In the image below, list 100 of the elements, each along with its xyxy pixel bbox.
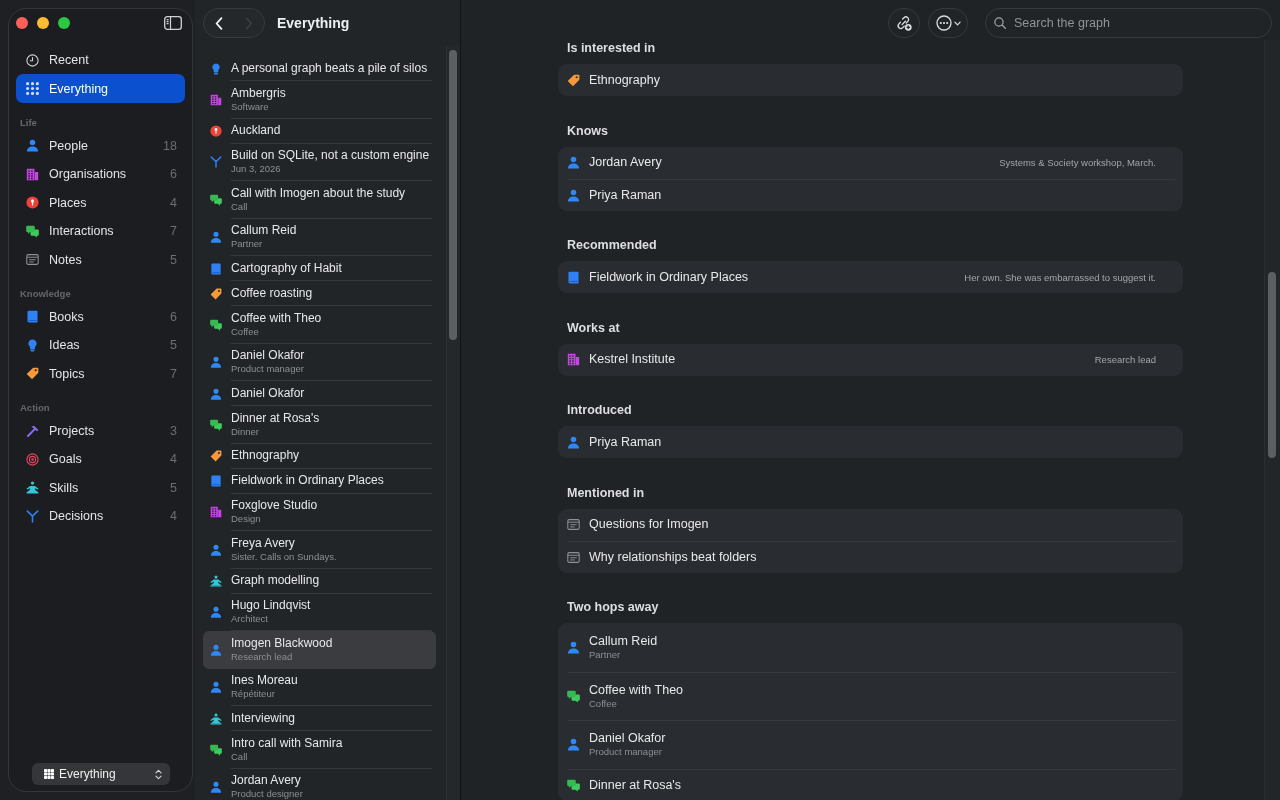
- note-icon: [26, 253, 39, 267]
- meditating-figure-icon: [26, 481, 39, 495]
- list-item[interactable]: Callum Reid Partner: [203, 218, 436, 256]
- lightbulb-icon: [210, 62, 222, 75]
- sidebar-item[interactable]: Skills 5: [16, 473, 185, 503]
- section-label: Life: [19, 116, 38, 131]
- zoom-button[interactable]: [58, 16, 70, 29]
- pin-icon: [26, 196, 39, 210]
- sidebar-item[interactable]: Topics 7: [16, 359, 185, 388]
- sidebar-item[interactable]: Recent: [16, 46, 185, 75]
- more-button[interactable]: [928, 8, 968, 38]
- person-icon: [26, 139, 39, 153]
- link-plus-icon: [896, 15, 912, 31]
- list-item[interactable]: Daniel Okafor: [203, 381, 436, 406]
- related-item[interactable]: Daniel Okafor Product manager: [567, 720, 1175, 769]
- note-icon: [567, 550, 580, 564]
- sidebar-item[interactable]: Ideas 5: [16, 331, 185, 360]
- book-icon: [210, 262, 222, 275]
- lightbulb-icon: [26, 338, 39, 352]
- search-field[interactable]: Search the graph: [985, 8, 1272, 38]
- tag-icon: [567, 73, 580, 87]
- related-item[interactable]: Callum Reid Partner: [567, 623, 1175, 672]
- list-item[interactable]: Fieldwork in Ordinary Places: [203, 468, 436, 494]
- related-item[interactable]: Kestrel Institute Research lead: [567, 343, 1175, 376]
- sidebar-item[interactable]: People 18: [16, 131, 185, 161]
- related-item[interactable]: Dinner at Rosa's: [567, 768, 1175, 800]
- section-title: Mentioned in: [566, 484, 646, 501]
- book-icon: [567, 270, 580, 284]
- ellipsis-circle-icon: [935, 15, 952, 31]
- book-icon: [26, 310, 39, 324]
- sidebar-item[interactable]: Decisions 4: [16, 502, 185, 531]
- person-icon: [567, 156, 580, 169]
- section-label: Action: [19, 401, 51, 416]
- scrollbar-thumb[interactable]: [1268, 272, 1276, 458]
- person-icon: [567, 188, 580, 202]
- chat-bubbles-icon: [26, 224, 39, 238]
- list-item[interactable]: Ethnography: [203, 443, 436, 469]
- list-item[interactable]: Interviewing: [203, 706, 436, 731]
- section-title: Recommended: [566, 237, 658, 253]
- list-item[interactable]: Intro call with Samira Call: [203, 731, 436, 769]
- person-icon: [210, 356, 222, 369]
- section-title: Two hops away: [566, 599, 660, 615]
- tag-icon: [210, 450, 222, 462]
- person-icon: [567, 435, 580, 449]
- minimize-button[interactable]: [37, 16, 49, 29]
- meditating-figure-icon: [210, 712, 222, 725]
- person-icon: [210, 643, 222, 656]
- list-item[interactable]: Jordan Avery Product designer: [203, 768, 436, 800]
- sidebar-item[interactable]: Places 4: [16, 188, 185, 217]
- list-item[interactable]: Build on SQLite, not a custom engine Jun 3, 2026: [203, 143, 436, 181]
- person-icon: [210, 543, 222, 556]
- building-icon: [26, 167, 39, 181]
- building-icon: [567, 353, 580, 366]
- list-item[interactable]: Call with Imogen about the study Call: [203, 181, 436, 219]
- list-item[interactable]: Coffee roasting: [203, 281, 436, 306]
- scrollbar-thumb[interactable]: [449, 50, 457, 340]
- scope-picker[interactable]: Everything: [32, 763, 170, 785]
- sidebar-item[interactable]: Goals 4: [16, 445, 185, 474]
- sidebar-item[interactable]: Notes 5: [16, 245, 185, 274]
- target-icon: [26, 453, 39, 466]
- related-item[interactable]: Fieldwork in Ordinary Places Her own. She was embarrassed to suggest it.: [567, 261, 1175, 293]
- list-item[interactable]: Auckland: [203, 118, 436, 144]
- list-item[interactable]: Dinner at Rosa's Dinner: [203, 406, 436, 444]
- person-icon: [210, 387, 222, 400]
- chevron-down-icon: [953, 20, 961, 26]
- related-item[interactable]: Questions for Imogen: [567, 508, 1175, 541]
- person-icon: [567, 738, 580, 752]
- add-link-button[interactable]: [888, 8, 920, 38]
- list-item[interactable]: Daniel Okafor Product manager: [203, 343, 436, 381]
- chat-bubbles-icon: [567, 778, 580, 792]
- list-item[interactable]: Coffee with Theo Coffee: [203, 306, 436, 344]
- related-item[interactable]: Priya Raman: [567, 426, 1175, 458]
- person-icon: [210, 231, 222, 244]
- related-item[interactable]: Ethnography: [567, 64, 1175, 96]
- list-item[interactable]: Ambergris Software: [203, 81, 436, 119]
- related-item[interactable]: Coffee with Theo Coffee: [567, 671, 1175, 720]
- hammer-icon: [26, 424, 39, 438]
- building-icon: [210, 506, 222, 519]
- book-icon: [210, 475, 222, 487]
- clock-icon: [26, 53, 39, 67]
- list-item[interactable]: Freya Avery Sister. Calls on Sundays.: [203, 531, 436, 569]
- sidebar-item[interactable]: Everything: [16, 74, 185, 103]
- sidebar-item[interactable]: Books 6: [16, 302, 185, 332]
- related-item[interactable]: Why relationships beat folders: [567, 540, 1175, 573]
- grid-icon: [44, 769, 54, 779]
- sidebar-item[interactable]: Projects 3: [16, 416, 185, 446]
- close-button[interactable]: [16, 16, 28, 29]
- list-item[interactable]: Ines Moreau Répétiteur: [203, 668, 436, 706]
- sidebar-item[interactable]: Organisations 6: [16, 160, 185, 189]
- list-item[interactable]: Graph modelling: [203, 568, 436, 594]
- list-item[interactable]: A personal graph beats a pile of silos: [203, 56, 436, 81]
- related-item[interactable]: Priya Raman: [567, 178, 1175, 211]
- list-item[interactable]: Imogen Blackwood Research lead: [203, 631, 436, 669]
- related-item[interactable]: Jordan Avery Systems & Society workshop, March.: [567, 146, 1175, 179]
- sidebar-item[interactable]: Interactions 7: [16, 216, 185, 246]
- list-item[interactable]: Foxglove Studio Design: [203, 493, 436, 531]
- sidebar-toggle-button[interactable]: [164, 15, 182, 30]
- note-icon: [567, 518, 580, 531]
- section-title: Is interested in: [566, 40, 657, 56]
- list-item[interactable]: Cartography of Habit: [203, 256, 436, 281]
